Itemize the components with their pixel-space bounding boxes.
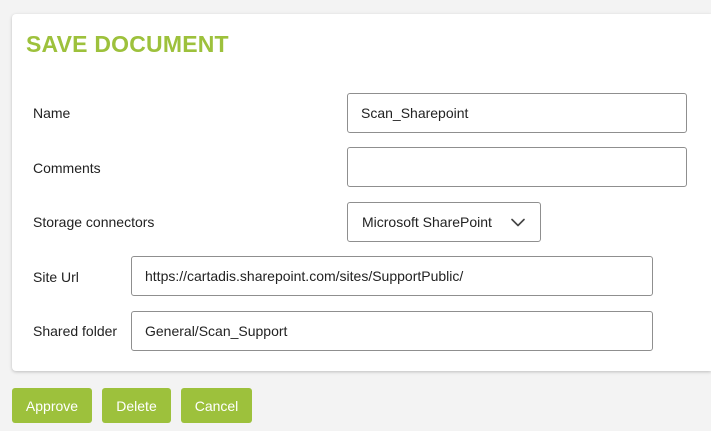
approve-button[interactable]: Approve	[12, 388, 92, 423]
cancel-button[interactable]: Cancel	[181, 388, 252, 423]
shared-folder-label: Shared folder	[33, 323, 118, 339]
site-url-input[interactable]	[131, 256, 653, 296]
chevron-down-icon	[510, 214, 526, 230]
storage-connectors-select[interactable]: Microsoft SharePoint	[347, 202, 541, 242]
comments-label: Comments	[33, 160, 101, 176]
storage-connectors-value: Microsoft SharePoint	[362, 214, 492, 230]
name-label: Name	[33, 105, 71, 121]
name-input[interactable]	[347, 93, 687, 133]
comments-input[interactable]	[347, 147, 687, 187]
storage-connectors-label: Storage connectors	[33, 214, 155, 230]
delete-button[interactable]: Delete	[102, 388, 171, 423]
save-document-panel: SAVE DOCUMENT Name Comments Storage conn…	[12, 14, 711, 371]
shared-folder-input[interactable]	[131, 311, 653, 351]
page-title: SAVE DOCUMENT	[26, 31, 229, 57]
site-url-label: Site Url	[33, 269, 79, 285]
